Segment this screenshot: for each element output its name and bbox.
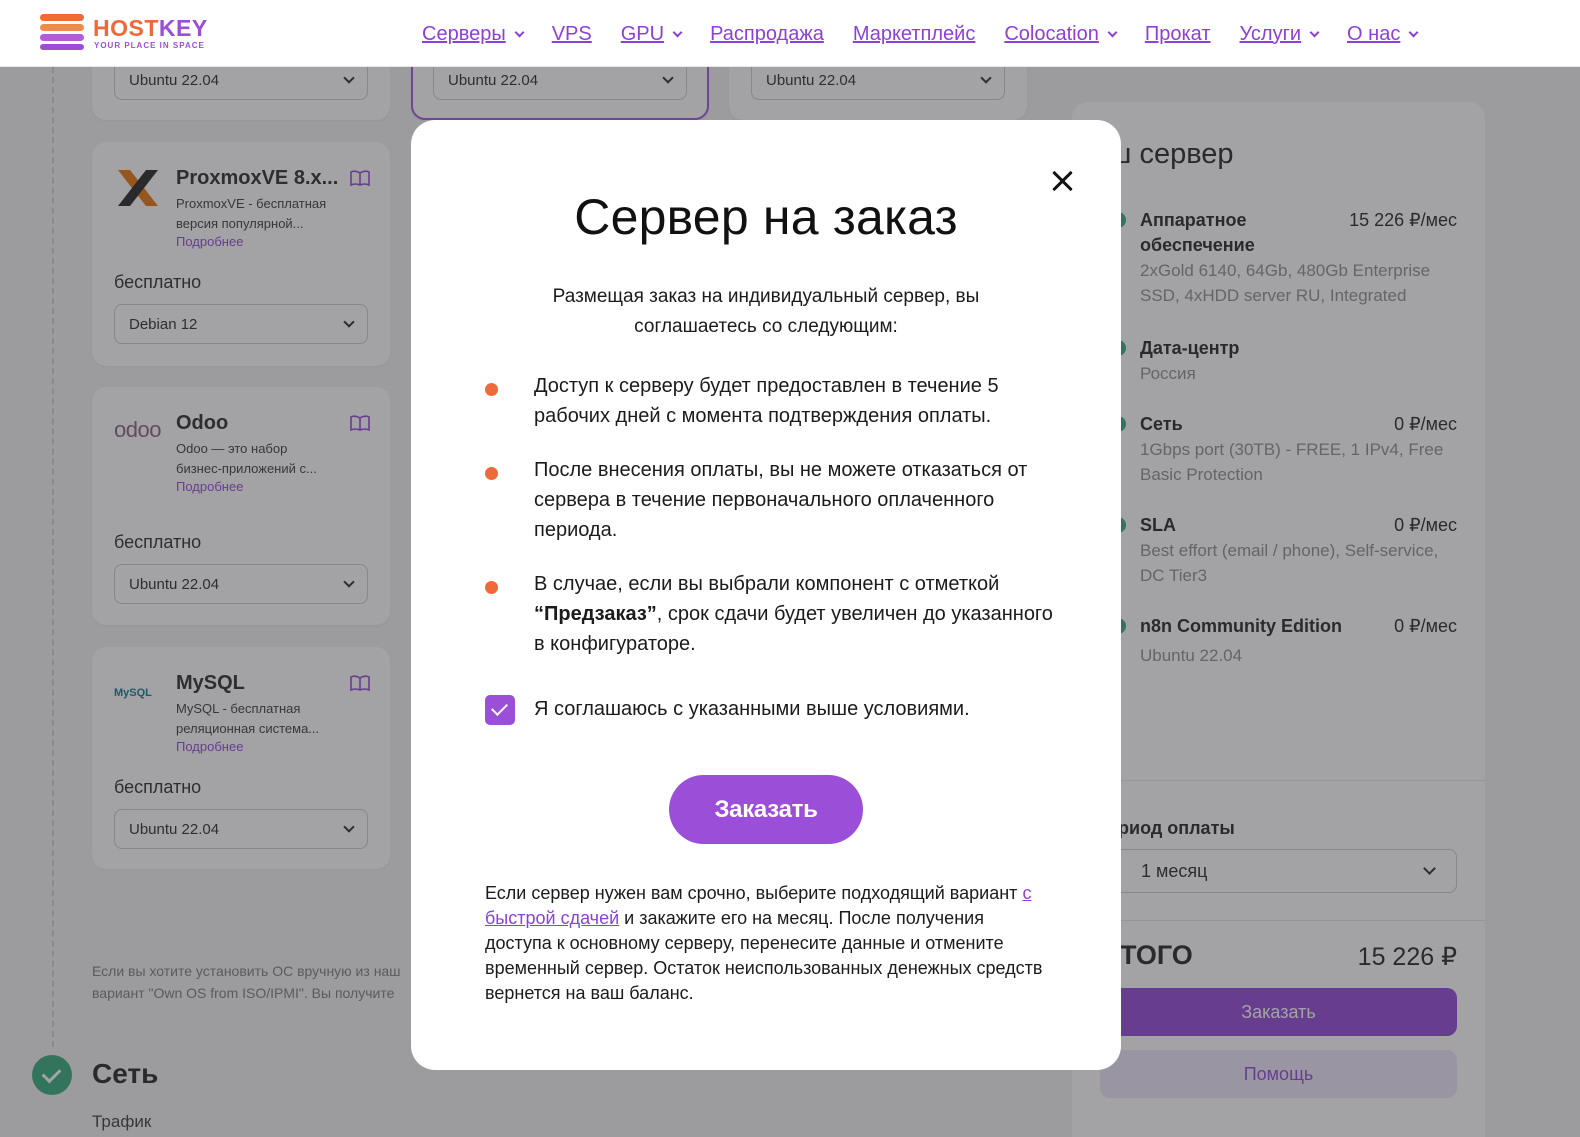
chevron-down-icon (1309, 27, 1320, 37)
chevron-down-icon (514, 27, 525, 37)
nav-item-servers[interactable]: Серверы (422, 20, 525, 48)
modal-intro: Размещая заказ на индивидуальный сервер,… (552, 286, 980, 337)
bullet-dot-icon (485, 383, 498, 396)
nav-item-marketplace[interactable]: Маркетплейс (853, 20, 976, 48)
agree-checkbox[interactable] (485, 695, 515, 725)
site-header: HOSTKEY YOUR PLACE IN SPACE Серверы VPS … (0, 0, 1580, 67)
chevron-down-icon (1107, 27, 1118, 37)
nav-item-vps[interactable]: VPS (552, 20, 592, 48)
nav-item-sale[interactable]: Распродажа (710, 20, 824, 48)
order-button[interactable]: Заказать (669, 775, 863, 844)
nav-item-about[interactable]: О нас (1347, 20, 1419, 48)
modal-title: Сервер на заказ (574, 189, 958, 245)
nav-item-services[interactable]: Услуги (1240, 20, 1320, 48)
main-nav: Серверы VPS GPU Распродажа Маркетплейс C… (422, 20, 1446, 48)
custom-server-modal: Сервер на заказ Размещая заказ на индиви… (411, 120, 1121, 1070)
agree-label[interactable]: Я соглашаюсь с указанными выше условиями… (534, 698, 970, 721)
logo-bars-icon (40, 14, 84, 50)
urgent-server-note: Если сервер нужен вам срочно, выберите п… (485, 883, 1043, 1003)
hostkey-logo[interactable]: HOSTKEY YOUR PLACE IN SPACE (40, 14, 230, 54)
bullet-dot-icon (485, 467, 498, 480)
bullet-dot-icon (485, 581, 498, 594)
nav-item-rental[interactable]: Прокат (1145, 20, 1211, 48)
nav-item-gpu[interactable]: GPU (621, 20, 683, 48)
logo-wordmark: HOSTKEY (93, 15, 208, 41)
nav-item-colocation[interactable]: Colocation (1004, 20, 1118, 48)
preorder-mark: “Предзаказ” (534, 603, 657, 625)
chevron-down-icon (1408, 27, 1419, 37)
logo-tagline: YOUR PLACE IN SPACE (94, 41, 205, 50)
chevron-down-icon (672, 27, 683, 37)
